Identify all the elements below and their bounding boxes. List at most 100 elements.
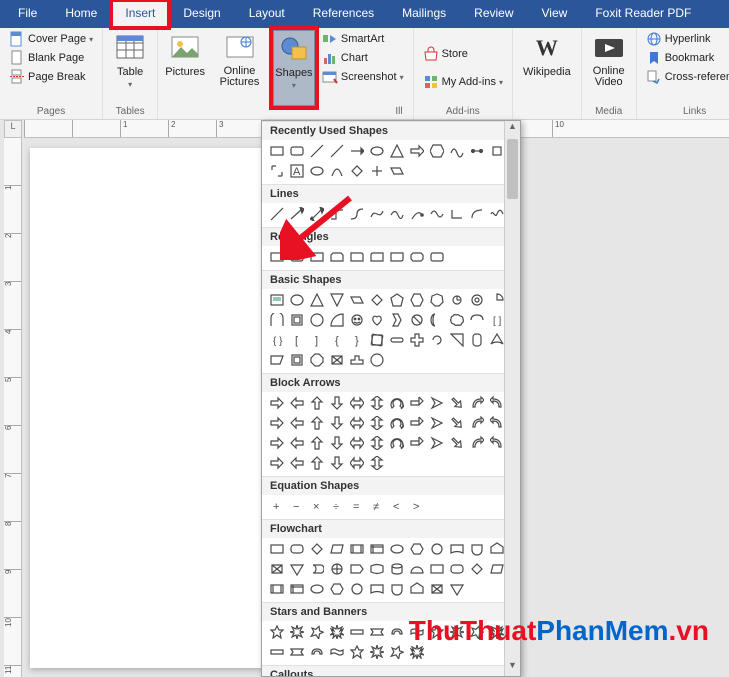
shape-option[interactable] [388,560,406,578]
store-button[interactable]: Store [420,45,506,63]
shape-option[interactable] [348,414,366,432]
shape-option[interactable]: × [308,497,326,515]
blank-page-button[interactable]: Blank Page [6,49,96,67]
shape-option[interactable] [348,540,366,558]
shape-option[interactable] [348,248,366,266]
shape-option[interactable] [328,643,346,661]
shape-option[interactable] [348,311,366,329]
shape-option[interactable] [468,434,486,452]
shape-option[interactable] [348,643,366,661]
shape-option[interactable] [328,311,346,329]
shape-option[interactable] [348,351,366,369]
shape-option[interactable] [308,248,326,266]
shape-option[interactable]: + [268,497,286,515]
shape-option[interactable] [468,414,486,432]
wikipedia-button[interactable]: WWikipedia [519,30,575,106]
shape-option[interactable]: ≠ [368,497,386,515]
shape-option[interactable] [408,205,426,223]
shape-option[interactable] [408,394,426,412]
shape-option[interactable] [288,142,306,160]
shape-option[interactable] [328,162,346,180]
shape-option[interactable] [388,142,406,160]
shape-option[interactable] [308,580,326,598]
shape-option[interactable] [268,580,286,598]
shape-option[interactable] [288,248,306,266]
shape-option[interactable] [268,205,286,223]
online-pictures-button[interactable]: Online Pictures [210,30,269,106]
dropdown-scrollbar[interactable]: ▲ ▼ [504,121,520,676]
shape-option[interactable]: { [328,331,346,349]
shape-option[interactable] [468,540,486,558]
shape-option[interactable] [288,623,306,641]
shape-option[interactable] [268,540,286,558]
shape-option[interactable] [388,434,406,452]
tab-home[interactable]: Home [51,0,111,28]
shape-option[interactable] [368,454,386,472]
shape-option[interactable] [368,414,386,432]
pictures-button[interactable]: Pictures [164,30,206,106]
shape-option[interactable] [288,540,306,558]
shape-option[interactable] [388,623,406,641]
shape-option[interactable] [408,331,426,349]
shape-option[interactable] [268,623,286,641]
tab-review[interactable]: Review [460,0,527,28]
shape-option[interactable] [348,162,366,180]
shape-option[interactable] [308,540,326,558]
shape-option[interactable] [368,643,386,661]
shape-option[interactable] [368,162,386,180]
shape-option[interactable] [308,394,326,412]
shape-option[interactable]: = [348,497,366,515]
shape-option[interactable] [308,351,326,369]
shape-option[interactable] [328,142,346,160]
shape-option[interactable] [448,311,466,329]
shape-option[interactable] [328,454,346,472]
shape-option[interactable] [268,291,286,309]
scroll-down-icon[interactable]: ▼ [505,660,520,676]
shape-option[interactable] [408,540,426,558]
shape-option[interactable] [288,291,306,309]
shape-option[interactable] [308,623,326,641]
shape-option[interactable] [328,414,346,432]
shape-option[interactable] [328,434,346,452]
tab-foxit[interactable]: Foxit Reader PDF [581,0,705,28]
chart-button[interactable]: Chart [319,49,407,67]
shape-option[interactable] [408,623,426,641]
shape-option[interactable] [428,291,446,309]
shape-option[interactable]: − [288,497,306,515]
shape-option[interactable] [368,434,386,452]
shape-option[interactable] [368,394,386,412]
shape-option[interactable] [408,414,426,432]
shape-option[interactable] [428,248,446,266]
shape-option[interactable] [368,540,386,558]
shape-option[interactable] [368,560,386,578]
shape-option[interactable] [308,205,326,223]
tab-insert[interactable]: Insert [111,0,169,28]
tab-references[interactable]: References [299,0,388,28]
shape-option[interactable] [328,351,346,369]
shape-option[interactable] [388,331,406,349]
shape-option[interactable] [288,643,306,661]
shape-option[interactable] [428,205,446,223]
shape-option[interactable] [448,434,466,452]
table-button[interactable]: Table▾ [109,30,151,106]
shape-option[interactable] [288,414,306,432]
shape-option[interactable] [288,351,306,369]
smartart-button[interactable]: SmartArt [319,30,407,48]
shape-option[interactable] [328,623,346,641]
shape-option[interactable] [428,560,446,578]
page-break-button[interactable]: Page Break [6,68,96,86]
shape-option[interactable] [408,142,426,160]
shape-option[interactable] [388,580,406,598]
shape-option[interactable] [368,205,386,223]
shape-option[interactable] [328,205,346,223]
shape-option[interactable] [308,162,326,180]
shape-option[interactable] [428,311,446,329]
shape-option[interactable] [448,560,466,578]
shape-option[interactable] [288,454,306,472]
shape-option[interactable] [368,580,386,598]
shape-option[interactable]: > [408,497,426,515]
shape-option[interactable] [468,560,486,578]
cover-page-button[interactable]: Cover Page ▾ [6,30,96,48]
shape-option[interactable] [308,311,326,329]
shape-option[interactable]: < [388,497,406,515]
